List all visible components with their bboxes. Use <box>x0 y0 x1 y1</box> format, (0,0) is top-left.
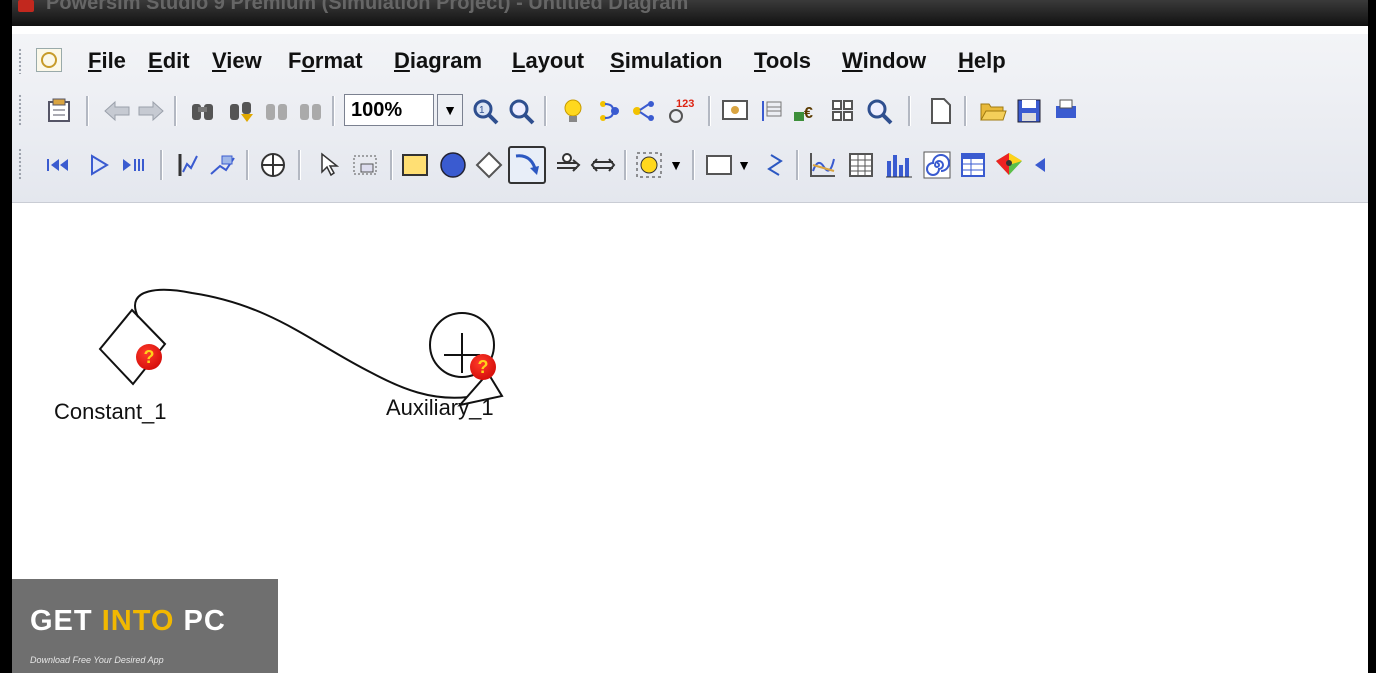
separator <box>174 96 177 126</box>
svg-text:1: 1 <box>479 105 485 116</box>
link-tool-icon[interactable] <box>508 146 546 184</box>
currency-icon[interactable]: € <box>790 94 824 128</box>
constant-warning-badge[interactable]: ? <box>136 344 162 370</box>
menu-window[interactable]: Window <box>842 48 926 74</box>
toolbar-area: File Edit View Format Diagram Layout Sim… <box>12 34 1368 203</box>
shape-tool-icon[interactable] <box>632 148 666 182</box>
separator <box>160 150 163 180</box>
menu-edit[interactable]: Edit <box>148 48 190 74</box>
lightbulb-icon[interactable] <box>556 94 590 128</box>
rewind-icon[interactable] <box>42 148 76 182</box>
toolbar-grip[interactable] <box>18 148 22 180</box>
window-title: Powersim Studio 9 Premium (Simulation Pr… <box>46 0 689 14</box>
separator <box>964 96 967 126</box>
diagram-toolbar: ▼ ▼ <box>12 138 1368 190</box>
menu-grip[interactable] <box>18 48 22 74</box>
flow-tool-icon[interactable] <box>550 148 584 182</box>
auxiliary-tool-icon[interactable] <box>436 148 470 182</box>
presentation-icon[interactable] <box>718 94 752 128</box>
auxiliary-warning-badge[interactable]: ? <box>470 354 496 380</box>
bar-chart-icon[interactable] <box>882 148 916 182</box>
document-menu-icon[interactable] <box>36 48 62 72</box>
separator <box>708 96 711 126</box>
watermark-logo: GET INTO PC Download Free Your Desired A… <box>12 579 278 673</box>
separator <box>692 150 695 180</box>
zoom-in-icon[interactable]: 1 <box>468 94 502 128</box>
separator <box>86 96 89 126</box>
menu-view[interactable]: View <box>212 48 262 74</box>
level-tool-icon[interactable] <box>398 148 432 182</box>
title-bar: Powersim Studio 9 Premium (Simulation Pr… <box>12 0 1368 26</box>
watermark-tagline: Download Free Your Desired App <box>30 655 164 665</box>
time-table-icon[interactable] <box>844 148 878 182</box>
number-trace-icon[interactable]: 123 <box>664 94 698 128</box>
app-icon <box>18 0 34 12</box>
separator <box>390 150 393 180</box>
svg-text:€: € <box>804 105 813 122</box>
tree-trace-icon[interactable] <box>628 94 662 128</box>
watermark-word-into: INTO <box>101 605 175 637</box>
export-icon[interactable] <box>206 148 240 182</box>
toolbar-grip[interactable] <box>18 94 22 126</box>
color-gauge-icon[interactable] <box>992 148 1026 182</box>
play-icon[interactable] <box>82 148 116 182</box>
separator <box>246 150 249 180</box>
menu-tools[interactable]: Tools <box>754 48 811 74</box>
spiral-chart-icon[interactable] <box>920 148 954 182</box>
back-arrow-icon[interactable] <box>100 94 134 128</box>
menu-simulation[interactable]: Simulation <box>610 48 722 74</box>
menu-file[interactable]: File <box>88 48 126 74</box>
target-icon[interactable] <box>256 148 290 182</box>
new-document-icon[interactable] <box>924 94 958 128</box>
more-tools-icon[interactable] <box>1026 148 1060 182</box>
find-previous-icon[interactable] <box>260 94 294 128</box>
step-forward-icon[interactable] <box>118 148 152 182</box>
open-folder-icon[interactable] <box>976 94 1010 128</box>
time-graph-icon[interactable] <box>806 148 840 182</box>
menu-layout[interactable]: Layout <box>512 48 584 74</box>
find-next-icon[interactable] <box>224 94 258 128</box>
rectangle-tool-icon[interactable] <box>702 148 736 182</box>
print-icon[interactable] <box>1048 94 1082 128</box>
properties-icon[interactable] <box>42 94 76 128</box>
causal-tracing-icon[interactable] <box>592 94 626 128</box>
chevron-down-icon[interactable]: ▼ <box>666 148 686 182</box>
separator <box>908 96 911 126</box>
grid-icon[interactable] <box>826 94 860 128</box>
separator <box>332 96 335 126</box>
svg-text:123: 123 <box>676 98 694 110</box>
watermark-word-pc: PC <box>183 605 226 637</box>
save-icon[interactable] <box>1012 94 1046 128</box>
magnify-icon[interactable] <box>862 94 896 128</box>
pointer-icon[interactable] <box>312 148 346 182</box>
link-curve[interactable] <box>134 288 469 399</box>
find-all-icon[interactable] <box>294 94 328 128</box>
constant-label[interactable]: Constant_1 <box>54 399 167 425</box>
table-layout-icon[interactable] <box>754 94 788 128</box>
chart-line-icon[interactable] <box>170 148 204 182</box>
find-icon[interactable] <box>186 94 220 128</box>
forward-arrow-icon[interactable] <box>134 94 168 128</box>
zoom-input[interactable]: 100% <box>344 94 434 126</box>
separator <box>796 150 799 180</box>
connector-tool-icon[interactable] <box>758 148 792 182</box>
bidirectional-flow-icon[interactable] <box>586 148 620 182</box>
separator <box>298 150 301 180</box>
table-icon[interactable] <box>956 148 990 182</box>
app-window: Powersim Studio 9 Premium (Simulation Pr… <box>12 0 1368 673</box>
menu-bar: File Edit View Format Diagram Layout Sim… <box>12 40 1368 84</box>
marquee-select-icon[interactable] <box>348 148 382 182</box>
zoom-dropdown-button[interactable]: ▼ <box>437 94 463 126</box>
menu-diagram[interactable]: Diagram <box>394 48 482 74</box>
menu-help[interactable]: Help <box>958 48 1006 74</box>
constant-tool-icon[interactable] <box>472 148 506 182</box>
auxiliary-label[interactable]: Auxiliary_1 <box>386 395 494 421</box>
zoom-icon[interactable] <box>504 94 538 128</box>
menu-format[interactable]: Format <box>288 48 363 74</box>
chevron-down-icon[interactable]: ▼ <box>734 148 754 182</box>
standard-toolbar: 100% ▼ 1 123 € <box>12 84 1368 136</box>
separator <box>544 96 547 126</box>
watermark-word-get: GET <box>30 605 93 637</box>
separator <box>624 150 627 180</box>
